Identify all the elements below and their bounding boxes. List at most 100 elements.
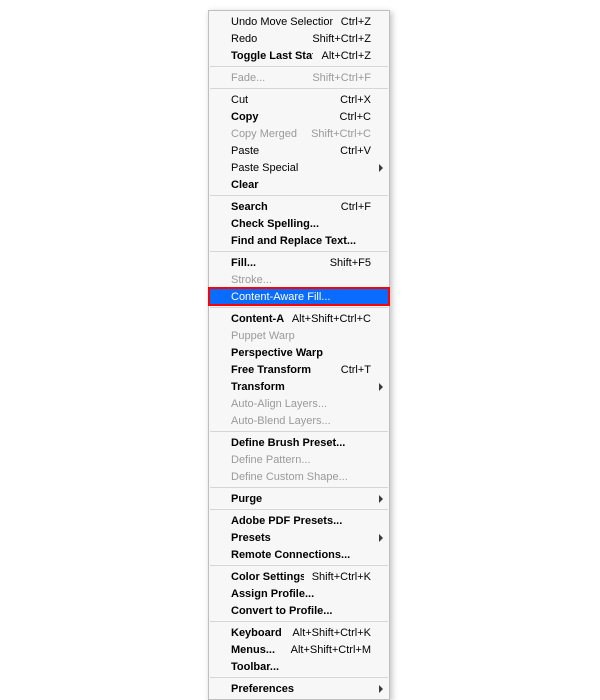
menu-item-label: Redo [231, 33, 304, 45]
menu-item-label: Define Brush Preset... [231, 437, 371, 449]
menu-item-shortcut: Ctrl+C [340, 111, 371, 123]
menu-item-label: Copy Merged [231, 128, 303, 140]
menu-item-define-custom-shape: Define Custom Shape... [209, 468, 389, 485]
menu-item-label: Purge [231, 493, 371, 505]
menu-item-cut[interactable]: Cut Ctrl+X [209, 91, 389, 108]
menu-item-label: Toolbar... [231, 661, 371, 673]
menu-item-transform[interactable]: Transform [209, 378, 389, 395]
menu-item-label: Preferences [231, 683, 371, 695]
menu-item-label: Toggle Last State [231, 50, 313, 62]
menu-item-label: Perspective Warp [231, 347, 371, 359]
menu-item-auto-blend: Auto-Blend Layers... [209, 412, 389, 429]
menu-separator [210, 66, 388, 67]
menu-item-label: Auto-Blend Layers... [231, 415, 371, 427]
menu-item-find-replace[interactable]: Find and Replace Text... [209, 232, 389, 249]
menu-item-search[interactable]: Search Ctrl+F [209, 198, 389, 215]
menu-separator [210, 509, 388, 510]
menu-item-shortcut: Ctrl+T [341, 364, 371, 376]
menu-item-color-settings[interactable]: Color Settings... Shift+Ctrl+K [209, 568, 389, 585]
menu-item-label: Cut [231, 94, 332, 106]
menu-item-shortcut: Alt+Shift+Ctrl+C [292, 313, 371, 325]
menu-separator [210, 487, 388, 488]
chevron-right-icon [379, 383, 383, 391]
menu-separator [210, 307, 388, 308]
menu-item-label: Paste [231, 145, 332, 157]
menu-separator [210, 88, 388, 89]
edit-context-menu: Undo Move SelectionCtrl+ZRedoShift+Ctrl+… [208, 10, 390, 700]
menu-item-shortcut: Ctrl+V [340, 145, 371, 157]
menu-separator [210, 621, 388, 622]
menu-item-label: Convert to Profile... [231, 605, 371, 617]
menu-item-label: Presets [231, 532, 371, 544]
menu-item-label: Auto-Align Layers... [231, 398, 371, 410]
menu-item-presets[interactable]: Presets [209, 529, 389, 546]
menu-item-shortcut: Ctrl+F [341, 201, 371, 213]
menu-item-label: Free Transform [231, 364, 333, 376]
menu-item-label: Check Spelling... [231, 218, 371, 230]
menu-item-shortcut: Alt+Ctrl+Z [321, 50, 371, 62]
menu-separator [210, 677, 388, 678]
menu-item-label: Remote Connections... [231, 549, 371, 561]
menu-item-shortcut: Ctrl+X [340, 94, 371, 106]
menu-item-label: Keyboard Shortcuts... [231, 627, 284, 639]
menu-item-check-spelling[interactable]: Check Spelling... [209, 215, 389, 232]
menu-item-label: Puppet Warp [231, 330, 371, 342]
menu-item-label: Define Custom Shape... [231, 471, 371, 483]
menu-item-content-aware-fill[interactable]: Content-Aware Fill... [209, 288, 389, 305]
chevron-right-icon [379, 164, 383, 172]
menu-item-copy-merged: Copy Merged Shift+Ctrl+C [209, 125, 389, 142]
menu-item-label: Content-Aware Scale [231, 313, 284, 325]
menu-item-paste[interactable]: Paste Ctrl+V [209, 142, 389, 159]
menu-item-perspective-warp[interactable]: Perspective Warp [209, 344, 389, 361]
menu-item-shortcut: Shift+Ctrl+K [312, 571, 371, 583]
menu-item-shortcut: Shift+Ctrl+C [311, 128, 371, 140]
menu-item-label: Search [231, 201, 333, 213]
menu-item-shortcut: Ctrl+Z [341, 16, 371, 28]
menu-item-shortcut: Alt+Shift+Ctrl+K [292, 627, 371, 639]
menu-item-shortcut: Alt+Shift+Ctrl+M [291, 644, 371, 656]
menu-item-puppet-warp: Puppet Warp [209, 327, 389, 344]
menu-item-toolbar[interactable]: Toolbar... [209, 658, 389, 675]
menu-item-content-aware-scale[interactable]: Content-Aware Scale Alt+Shift+Ctrl+C [209, 310, 389, 327]
menu-item-label: Copy [231, 111, 332, 123]
menu-item-preferences[interactable]: Preferences [209, 680, 389, 697]
menu-item-clear[interactable]: Clear [209, 176, 389, 193]
menu-item-auto-align: Auto-Align Layers... [209, 395, 389, 412]
menu-separator [210, 195, 388, 196]
menu-item-adobe-pdf-presets[interactable]: Adobe PDF Presets... [209, 512, 389, 529]
menu-item-paste-special[interactable]: Paste Special [209, 159, 389, 176]
menu-item-label: Fill... [231, 257, 322, 269]
menu-item-label: Stroke... [231, 274, 371, 286]
menu-separator [210, 251, 388, 252]
menu-item-label: Content-Aware Fill... [231, 291, 371, 303]
menu-item-label: Paste Special [231, 162, 371, 174]
menu-item-label: Fade... [231, 72, 304, 84]
menu-item-copy[interactable]: Copy Ctrl+C [209, 108, 389, 125]
menu-item-label: Menus... [231, 644, 283, 656]
menu-item-label: Undo Move Selection [231, 16, 333, 28]
menu-item-label: Adobe PDF Presets... [231, 515, 371, 527]
menu-item-convert-to-profile[interactable]: Convert to Profile... [209, 602, 389, 619]
menu-item-purge[interactable]: Purge [209, 490, 389, 507]
menu-separator [210, 431, 388, 432]
chevron-right-icon [379, 685, 383, 693]
chevron-right-icon [379, 495, 383, 503]
menu-item-keyboard-shortcuts[interactable]: Keyboard Shortcuts... Alt+Shift+Ctrl+K [209, 624, 389, 641]
menu-item-redo[interactable]: RedoShift+Ctrl+Z [209, 30, 389, 47]
menu-item-menus[interactable]: Menus... Alt+Shift+Ctrl+M [209, 641, 389, 658]
menu-item-assign-profile[interactable]: Assign Profile... [209, 585, 389, 602]
menu-item-free-transform[interactable]: Free Transform Ctrl+T [209, 361, 389, 378]
menu-item-define-brush[interactable]: Define Brush Preset... [209, 434, 389, 451]
menu-item-fade: Fade... Shift+Ctrl+F [209, 69, 389, 86]
menu-item-toggle-last-state[interactable]: Toggle Last State Alt+Ctrl+Z [209, 47, 389, 64]
menu-item-label: Define Pattern... [231, 454, 371, 466]
menu-item-remote-connections[interactable]: Remote Connections... [209, 546, 389, 563]
menu-item-label: Color Settings... [231, 571, 304, 583]
menu-item-label: Transform [231, 381, 371, 393]
menu-item-shortcut: Shift+F5 [330, 257, 371, 269]
menu-item-shortcut: Shift+Ctrl+F [312, 72, 371, 84]
menu-item-define-pattern: Define Pattern... [209, 451, 389, 468]
menu-item-undo-move-selection[interactable]: Undo Move Selection Ctrl+Z [209, 13, 389, 30]
menu-item-label: Clear [231, 179, 371, 191]
menu-item-fill[interactable]: Fill... Shift+F5 [209, 254, 389, 271]
